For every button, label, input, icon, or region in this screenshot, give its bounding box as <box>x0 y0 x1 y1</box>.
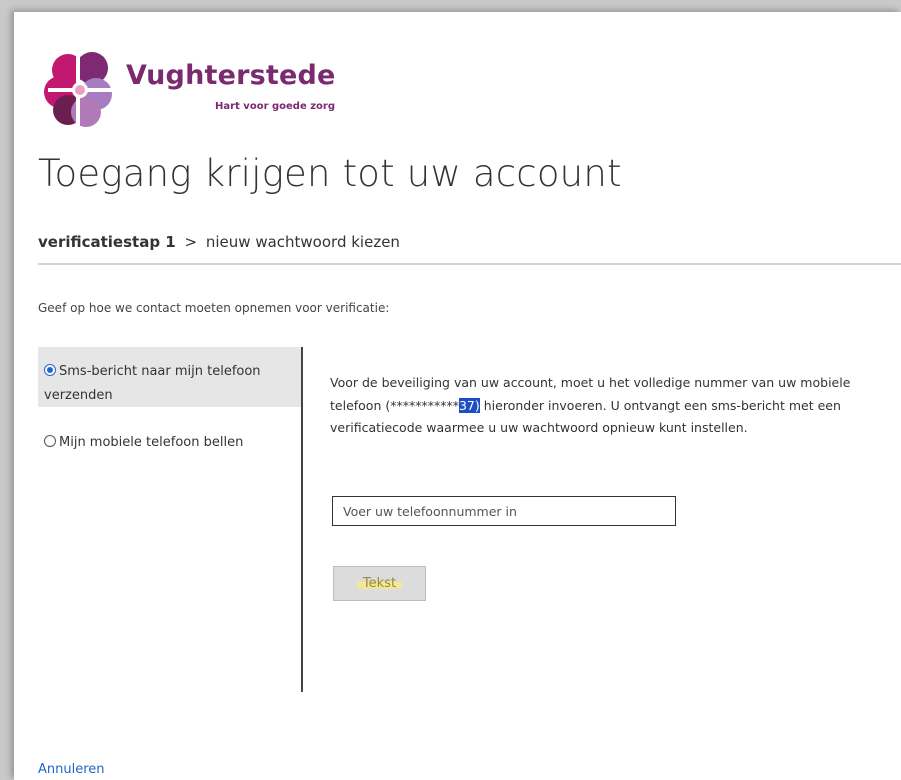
text-button[interactable]: Tekst <box>333 566 426 601</box>
brand-name: Vughterstede <box>126 60 336 91</box>
verification-options: Sms-bericht naar mijn telefoon verzenden… <box>38 347 302 692</box>
heart-logo-icon <box>44 52 112 128</box>
radio-sms[interactable] <box>44 364 56 376</box>
logo: Vughterstede Hart voor goede zorg <box>38 48 358 128</box>
option-call-label: Mijn mobiele telefoon bellen <box>59 435 244 450</box>
step-current: verificatiestap 1 <box>38 233 176 251</box>
page-frame: Vughterstede Hart voor goede zorg Toegan… <box>14 12 901 780</box>
step-next: nieuw wachtwoord kiezen <box>205 233 400 251</box>
sms-description: Voor de beveiliging van uw account, moet… <box>330 372 900 440</box>
highlighted-digits: 37) <box>458 397 480 413</box>
radio-call[interactable] <box>44 435 56 447</box>
option-sms-label: Sms-bericht naar mijn telefoon verzenden <box>44 364 261 403</box>
page-title: Toegang krijgen tot uw account <box>38 152 622 195</box>
text-button-label: Tekst <box>356 576 403 591</box>
vertical-divider <box>301 347 303 692</box>
masked-number: *********** <box>390 397 459 413</box>
divider <box>38 263 901 265</box>
option-sms[interactable]: Sms-bericht naar mijn telefoon verzenden <box>38 347 302 407</box>
instruction-text: Geef op hoe we contact moeten opnemen vo… <box>38 301 390 315</box>
brand-tagline: Hart voor goede zorg <box>215 101 335 112</box>
option-call[interactable]: Mijn mobiele telefoon bellen <box>38 427 302 459</box>
phone-number-input[interactable] <box>332 496 676 526</box>
step-separator: > <box>184 233 198 251</box>
breadcrumb: verificatiestap 1 > nieuw wachtwoord kie… <box>38 233 400 251</box>
cancel-link[interactable]: Annuleren <box>38 762 105 777</box>
